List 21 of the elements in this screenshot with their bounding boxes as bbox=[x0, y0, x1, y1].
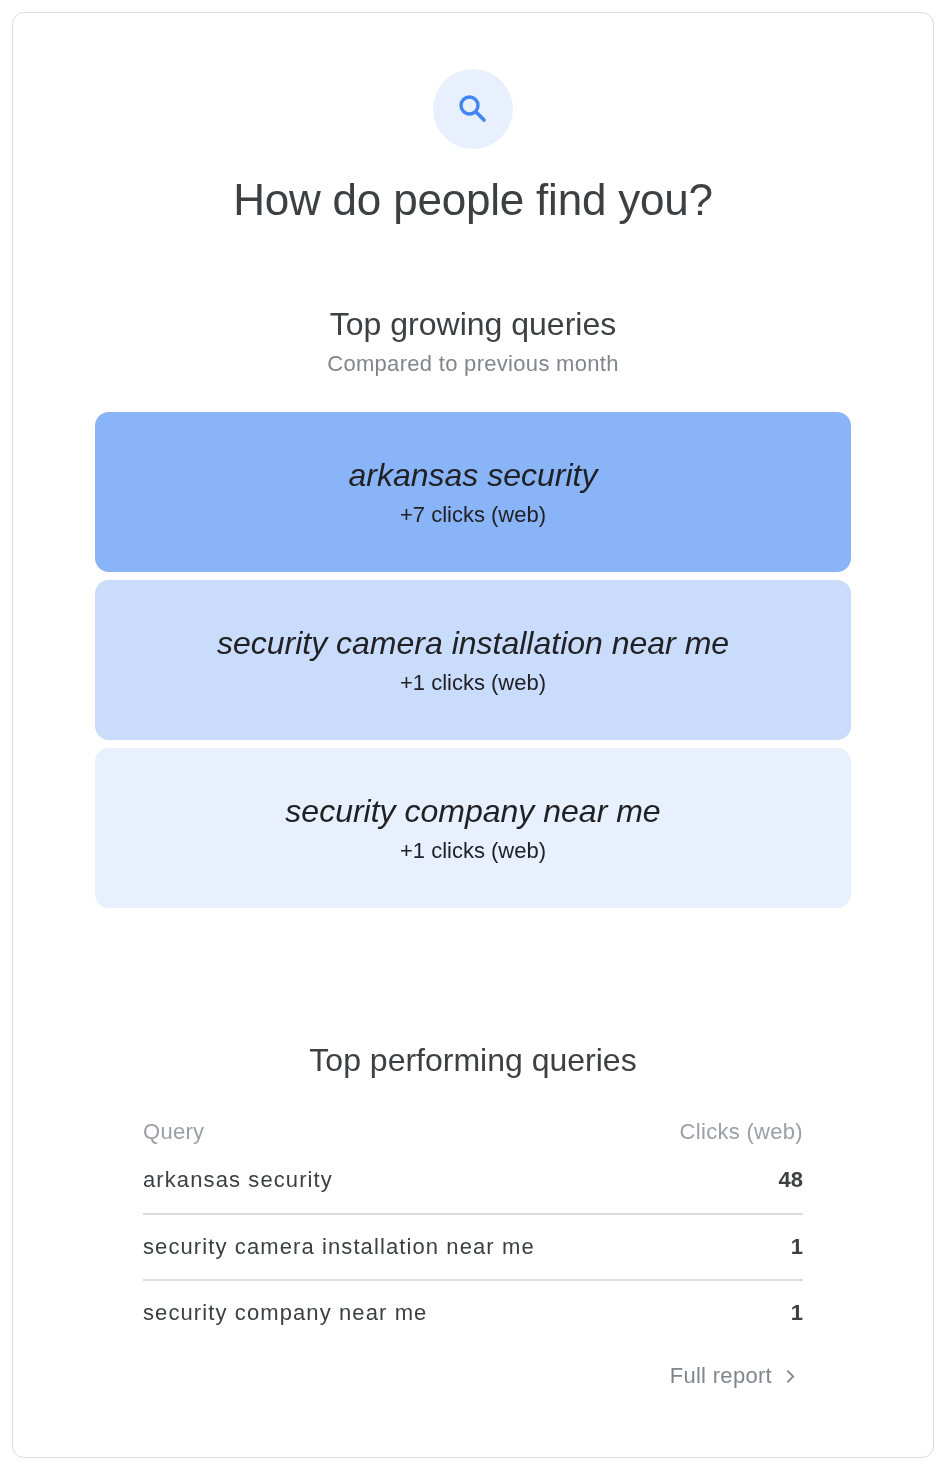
section-subtitle: Compared to previous month bbox=[327, 350, 619, 378]
column-header: Query bbox=[143, 1119, 205, 1145]
table-cell: 1 bbox=[790, 1234, 803, 1260]
section-title: Top growing queries bbox=[329, 305, 617, 344]
table-cell: 48 bbox=[778, 1167, 803, 1193]
search-icon bbox=[433, 69, 513, 149]
clicks-change-text: +7 clicks (web) bbox=[399, 500, 547, 529]
table-cell: security camera installation near me bbox=[143, 1234, 535, 1260]
section-title: Top performing queries bbox=[309, 1041, 637, 1080]
query-text: security company near me bbox=[285, 791, 661, 831]
column-header: Clicks (web) bbox=[679, 1119, 803, 1145]
query-text: security camera installation near me bbox=[216, 623, 730, 663]
clicks-change-text: +1 clicks (web) bbox=[399, 836, 547, 865]
table-cell: arkansas security bbox=[143, 1167, 333, 1193]
chevron-right-icon bbox=[786, 1368, 795, 1384]
full-report-link[interactable]: Full report bbox=[669, 1361, 803, 1391]
card-title: How do people find you? bbox=[233, 174, 713, 226]
table-cell: 1 bbox=[790, 1300, 803, 1326]
table-cell: security company near me bbox=[143, 1300, 428, 1326]
query-text: arkansas security bbox=[348, 455, 598, 495]
clicks-change-text: +1 clicks (web) bbox=[399, 668, 547, 697]
